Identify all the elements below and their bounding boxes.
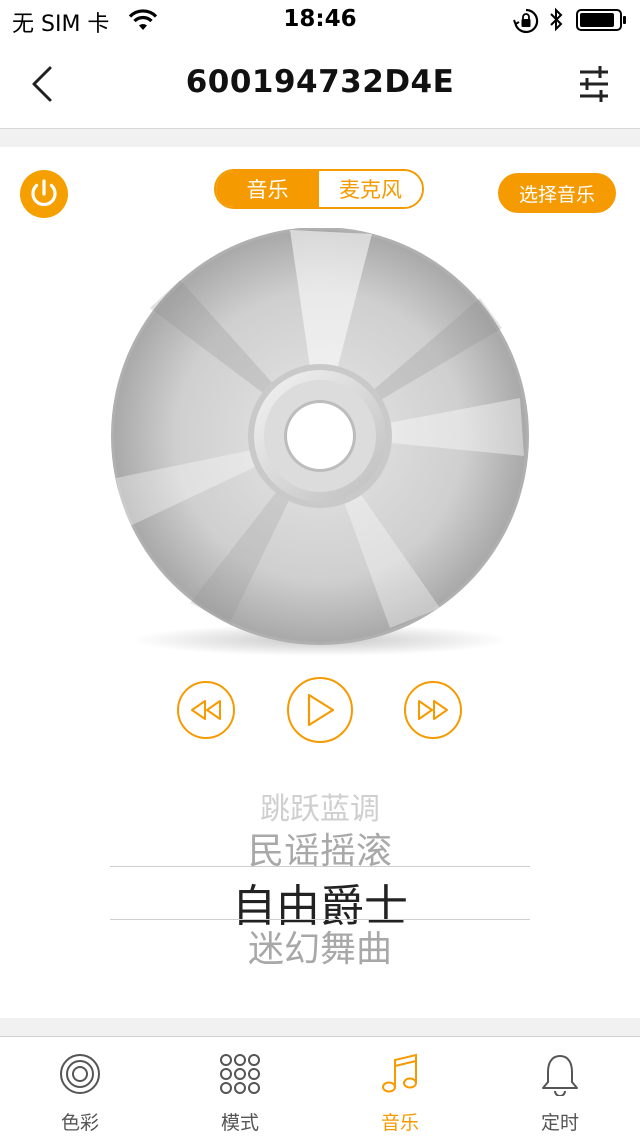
battery-icon (576, 8, 628, 36)
tab-music-source[interactable]: 音乐 (216, 171, 319, 207)
grid-dots-icon (220, 1054, 260, 1094)
rewind-icon (191, 700, 221, 720)
clock: 18:46 (283, 6, 357, 32)
section-separator (0, 1018, 640, 1036)
choose-music-button[interactable]: 选择音乐 (498, 173, 616, 213)
color-rings-icon (60, 1054, 100, 1094)
play-icon (307, 693, 335, 727)
tab-timer-label: 定时 (540, 1112, 579, 1134)
page-title: 600194732D4E (185, 64, 455, 100)
sliders-icon (580, 66, 608, 102)
bluetooth-icon (547, 7, 565, 37)
section-separator (0, 129, 640, 147)
tab-music-label: 音乐 (380, 1112, 419, 1134)
song-option[interactable]: 迷幻舞曲 (0, 920, 640, 972)
play-button[interactable] (287, 677, 353, 743)
source-segmented-control: 音乐 麦克风 (214, 169, 424, 209)
tab-mode-label: 模式 (220, 1112, 259, 1134)
tab-microphone-source[interactable]: 麦克风 (319, 171, 422, 207)
orientation-lock-icon (513, 8, 539, 38)
settings-button[interactable] (574, 64, 614, 104)
power-icon (31, 179, 57, 207)
fast-forward-icon (418, 700, 448, 720)
tab-color[interactable]: 色彩 (0, 1048, 160, 1136)
fast-forward-button[interactable] (404, 681, 462, 739)
tab-timer[interactable]: 定时 (480, 1048, 640, 1136)
rewind-button[interactable] (177, 681, 235, 739)
cd-disc-image (110, 227, 530, 668)
power-button[interactable] (20, 170, 68, 218)
picker-divider-top (110, 866, 530, 867)
tab-mode[interactable]: 模式 (160, 1048, 320, 1136)
tab-music[interactable]: 音乐 (320, 1048, 480, 1136)
tab-color-label: 色彩 (60, 1112, 99, 1134)
music-note-icon (382, 1053, 417, 1093)
bell-icon (542, 1055, 578, 1096)
